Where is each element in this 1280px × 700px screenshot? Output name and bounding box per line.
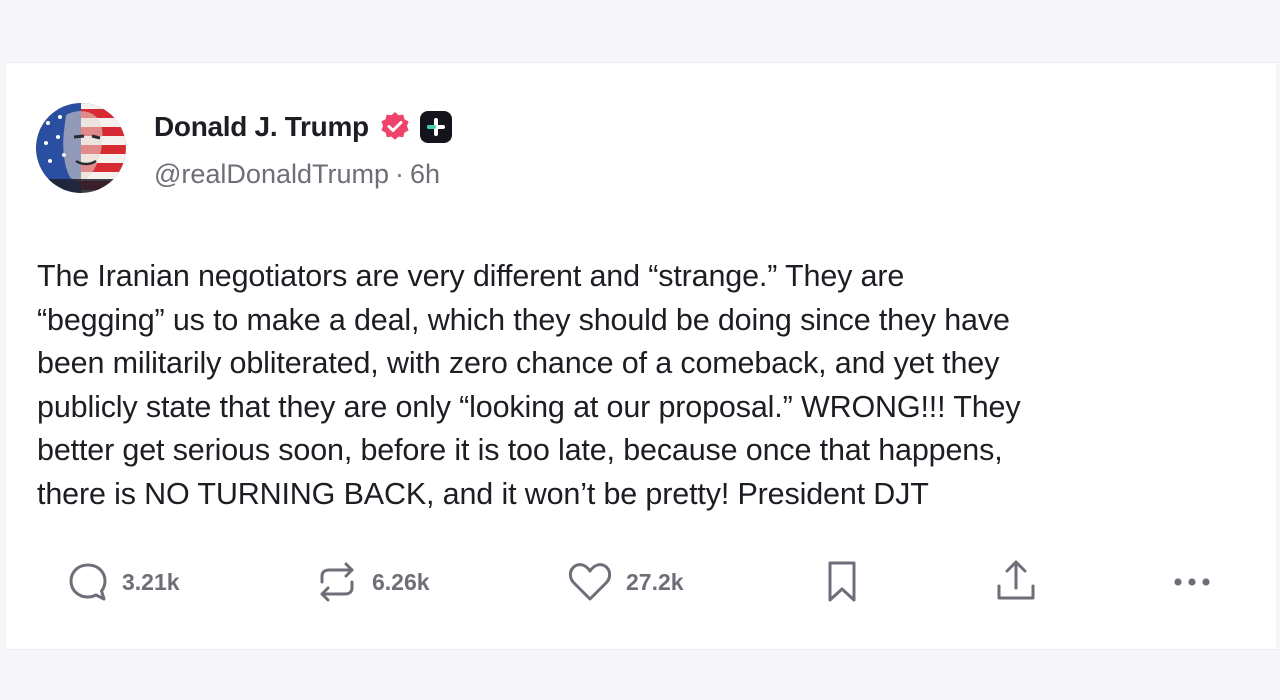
like-button[interactable]: 27.2k [566, 558, 684, 606]
repost-count: 6.26k [372, 568, 430, 595]
reply-icon [69, 563, 107, 601]
author-handle[interactable]: @realDonaldTrump [154, 159, 389, 190]
reply-button[interactable]: 3.21k [66, 558, 180, 606]
share-button[interactable] [992, 558, 1040, 606]
share-icon [997, 560, 1035, 600]
post-timestamp[interactable]: 6h [410, 159, 440, 190]
post-card: Donald J. Trump @realDonaldTrump · 6h Th… [6, 62, 1276, 650]
page: Donald J. Trump @realDonaldTrump · 6h Th… [0, 0, 1280, 700]
bookmark-icon [828, 561, 856, 602]
avatar[interactable] [36, 103, 126, 193]
more-button[interactable] [1170, 558, 1214, 606]
name-row: Donald J. Trump [154, 107, 452, 147]
meta-separator: · [395, 159, 404, 189]
verified-check-icon [378, 110, 412, 144]
like-count: 27.2k [626, 568, 684, 595]
post-meta: @realDonaldTrump · 6h [154, 159, 440, 190]
post-header: Donald J. Trump @realDonaldTrump · 6h [36, 103, 736, 195]
more-icon [1174, 578, 1210, 586]
plus-badge-icon [419, 111, 452, 143]
action-bar: 3.21k 6.26k 27.2k [6, 558, 1276, 606]
repost-button[interactable]: 6.26k [314, 558, 430, 606]
repost-icon [320, 562, 354, 602]
reply-count: 3.21k [122, 568, 180, 595]
post-text: The Iranian negotiators are very differe… [37, 259, 1021, 511]
heart-icon [568, 563, 612, 601]
bookmark-button[interactable] [820, 558, 864, 606]
display-name[interactable]: Donald J. Trump [154, 111, 369, 143]
flag-portrait-avatar-icon [36, 103, 126, 193]
